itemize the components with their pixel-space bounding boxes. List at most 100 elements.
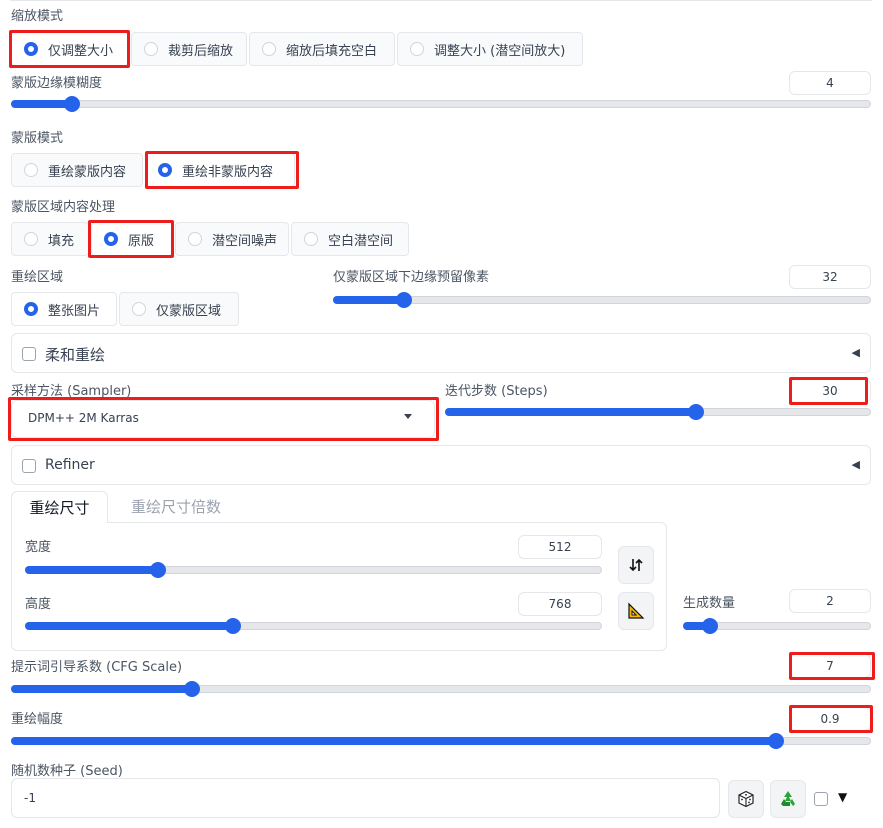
- triangle-ruler-icon: [628, 602, 645, 619]
- top-divider: [10, 0, 872, 1]
- dice-icon: [738, 790, 754, 808]
- slider-fill: [11, 737, 775, 745]
- slider-fill: [11, 100, 72, 108]
- radio-dot: [24, 302, 38, 316]
- random-seed-button[interactable]: [728, 780, 764, 818]
- resize-option-just-resize[interactable]: 仅调整大小: [11, 32, 129, 66]
- width-label: 宽度: [25, 540, 52, 555]
- inpaint-area-group: 整张图片 仅蒙版区域: [11, 292, 241, 326]
- radio-dot: [24, 42, 38, 56]
- batch-count-label: 生成数量: [683, 596, 736, 611]
- slider-thumb[interactable]: [64, 96, 81, 112]
- radio-dot: [24, 232, 38, 246]
- sampler-label: 采样方法 (Sampler): [11, 384, 132, 399]
- batch-count-slider[interactable]: [683, 618, 871, 634]
- radio-dot: [144, 42, 158, 56]
- radio-dot: [262, 42, 276, 56]
- chevron-down-icon: [404, 414, 412, 419]
- recycle-icon: [781, 791, 795, 806]
- masked-content-original[interactable]: 原版: [91, 222, 173, 256]
- refiner-checkbox[interactable]: [22, 459, 36, 473]
- inpaint-area-only-masked[interactable]: 仅蒙版区域: [119, 292, 239, 326]
- denoising-input[interactable]: 0.9: [789, 707, 871, 731]
- steps-input[interactable]: 30: [789, 379, 871, 403]
- cfg-scale-slider[interactable]: [11, 681, 871, 697]
- slider-thumb[interactable]: [702, 618, 719, 634]
- radio-dot: [188, 232, 202, 246]
- padding-input[interactable]: 32: [789, 265, 871, 289]
- refiner-accordion[interactable]: Refiner ◀: [11, 445, 871, 485]
- mask-mode-inpaint-not-masked[interactable]: 重绘非蒙版内容: [145, 153, 295, 187]
- swap-dimensions-button[interactable]: [618, 546, 654, 584]
- mask-blur-label: 蒙版边缘模糊度: [11, 76, 103, 91]
- steps-slider[interactable]: [445, 404, 871, 420]
- tab-resize-to[interactable]: 重绘尺寸: [11, 491, 108, 523]
- slider-fill: [25, 622, 232, 630]
- mask-mode-group: 重绘蒙版内容 重绘非蒙版内容: [11, 153, 297, 187]
- resize-mode-group: 仅调整大小 裁剪后缩放 缩放后填充空白 调整大小 (潜空间放大): [11, 32, 585, 66]
- slider-thumb[interactable]: [225, 618, 241, 634]
- resize-option-latent-upscale[interactable]: 调整大小 (潜空间放大): [397, 32, 583, 66]
- height-label: 高度: [25, 597, 52, 612]
- masked-content-fill[interactable]: 填充: [11, 222, 89, 256]
- radio-dot: [158, 163, 172, 177]
- resize-option-crop-resize[interactable]: 裁剪后缩放: [131, 32, 247, 66]
- cfg-scale-input[interactable]: 7: [789, 654, 871, 678]
- resize-mode-label: 缩放模式: [11, 9, 64, 24]
- masked-content-latent-nothing[interactable]: 空白潜空间: [291, 222, 409, 256]
- slider-fill: [333, 296, 403, 304]
- steps-label: 迭代步数 (Steps): [445, 384, 548, 399]
- slider-thumb[interactable]: [395, 292, 412, 308]
- collapse-triangle-icon[interactable]: ◀: [852, 346, 860, 359]
- denoising-slider[interactable]: [11, 733, 871, 749]
- collapse-triangle-icon[interactable]: ◀: [852, 458, 860, 471]
- seed-extra-checkbox[interactable]: [814, 792, 828, 806]
- slider-thumb[interactable]: [688, 404, 705, 420]
- seed-label: 随机数种子 (Seed): [11, 764, 123, 779]
- seed-input[interactable]: -1: [11, 778, 720, 818]
- slider-thumb[interactable]: [767, 733, 784, 749]
- cfg-scale-label: 提示词引导系数 (CFG Scale): [11, 660, 183, 675]
- slider-fill: [11, 685, 192, 693]
- masked-content-latent-noise[interactable]: 潜空间噪声: [175, 222, 289, 256]
- seed-value: -1: [24, 791, 36, 805]
- soft-inpaint-accordion[interactable]: 柔和重绘 ◀: [11, 333, 871, 373]
- width-input[interactable]: 512: [518, 535, 602, 559]
- inpaint-area-whole-picture[interactable]: 整张图片: [11, 292, 117, 326]
- height-input[interactable]: 768: [518, 592, 602, 616]
- radio-dot: [24, 163, 38, 177]
- size-tabs: 重绘尺寸 重绘尺寸倍数: [11, 491, 667, 523]
- batch-count-input[interactable]: 2: [789, 589, 871, 613]
- soft-inpaint-checkbox[interactable]: [22, 347, 36, 361]
- radio-dot: [304, 232, 318, 246]
- aspect-ratio-button[interactable]: [618, 592, 654, 630]
- swap-arrows-icon: [629, 558, 643, 572]
- slider-fill: [445, 408, 696, 416]
- soft-inpaint-label: 柔和重绘: [45, 346, 106, 364]
- radio-dot: [410, 42, 424, 56]
- height-slider[interactable]: [25, 618, 602, 634]
- mask-blur-slider[interactable]: [11, 96, 871, 112]
- radio-dot: [132, 302, 146, 316]
- slider-fill: [25, 566, 158, 574]
- mask-mode-inpaint-masked[interactable]: 重绘蒙版内容: [11, 153, 143, 187]
- reuse-seed-button[interactable]: [770, 780, 806, 818]
- resize-option-resize-fill[interactable]: 缩放后填充空白: [249, 32, 395, 66]
- padding-slider[interactable]: [333, 292, 871, 308]
- inpaint-area-label: 重绘区域: [11, 270, 64, 285]
- sampler-dropdown[interactable]: DPM++ 2M Karras: [11, 400, 435, 438]
- slider-thumb[interactable]: [184, 681, 201, 697]
- radio-dot: [104, 232, 118, 246]
- masked-content-group: 填充 原版 潜空间噪声 空白潜空间: [11, 222, 411, 256]
- denoising-label: 重绘幅度: [11, 712, 64, 727]
- mask-blur-input[interactable]: 4: [789, 71, 871, 95]
- mask-mode-label: 蒙版模式: [11, 131, 64, 146]
- seed-extra-toggle-icon[interactable]: ▼: [838, 790, 847, 804]
- refiner-label: Refiner: [45, 457, 95, 473]
- tab-active-cover: [12, 521, 107, 523]
- masked-content-label: 蒙版区域内容处理: [11, 200, 116, 215]
- sampler-value: DPM++ 2M Karras: [28, 411, 139, 425]
- padding-label: 仅蒙版区域下边缘预留像素: [333, 270, 490, 285]
- width-slider[interactable]: [25, 562, 602, 578]
- tab-resize-by[interactable]: 重绘尺寸倍数: [121, 491, 231, 523]
